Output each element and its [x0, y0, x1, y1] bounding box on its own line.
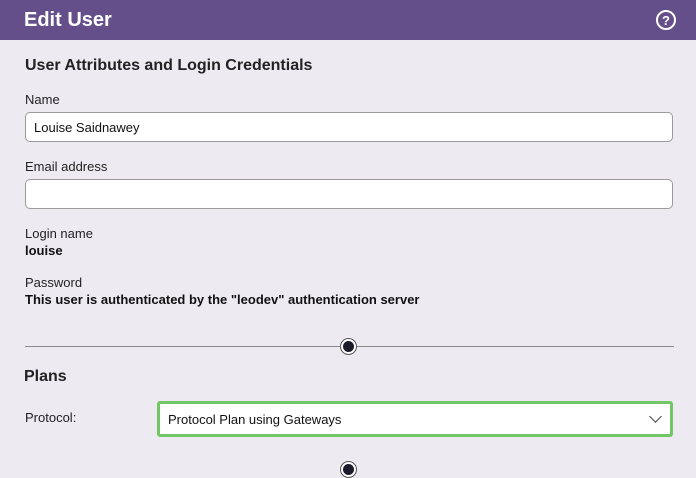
protocol-select[interactable]: Protocol Plan using Gateways	[157, 401, 673, 437]
email-field[interactable]	[25, 179, 673, 209]
chevron-down-icon	[649, 410, 662, 423]
dialog-titlebar: Edit User ?	[0, 0, 696, 40]
password-label: Password	[25, 275, 83, 290]
collapse-handle-icon[interactable]	[340, 461, 357, 478]
name-label: Name	[25, 92, 60, 107]
email-label: Email address	[25, 159, 108, 174]
help-icon[interactable]: ?	[656, 10, 676, 30]
collapse-handle-icon[interactable]	[340, 338, 357, 355]
dialog-title: Edit User	[24, 8, 112, 31]
section-title-attributes: User Attributes and Login Credentials	[25, 57, 313, 74]
name-field[interactable]	[25, 112, 673, 142]
password-value: This user is authenticated by the "leode…	[25, 292, 420, 307]
section-title-plans: Plans	[24, 368, 67, 385]
login-name-label: Login name	[25, 226, 93, 241]
protocol-label: Protocol:	[25, 410, 77, 425]
protocol-selected-value: Protocol Plan using Gateways	[168, 411, 342, 427]
login-name-value: louise	[25, 243, 63, 258]
